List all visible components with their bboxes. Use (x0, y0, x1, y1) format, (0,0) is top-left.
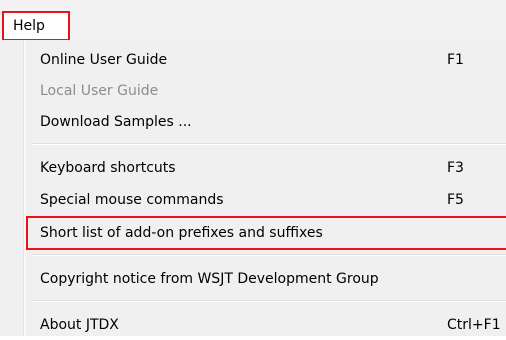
menu-item-label: Keyboard shortcuts (40, 160, 176, 176)
menu-item-label: Short list of add-on prefixes and suffix… (40, 225, 323, 241)
help-menu-title[interactable]: Help (2, 11, 70, 41)
menu-item-label: Local User Guide (40, 83, 159, 99)
menu-item-download-samples[interactable]: Download Samples ... (0, 107, 506, 137)
menu-separator (26, 254, 506, 256)
menu-item-online-user-guide[interactable]: Online User Guide F1 (0, 45, 506, 75)
menu-item-label: Special mouse commands (40, 192, 224, 208)
menu-item-local-user-guide: Local User Guide (0, 76, 506, 106)
menu-item-special-mouse-commands[interactable]: Special mouse commands F5 (0, 185, 506, 215)
menu-item-shortcut: F1 (447, 52, 464, 68)
menu-item-label: Online User Guide (40, 52, 168, 68)
menu-item-add-on-prefixes-suffixes[interactable]: Short list of add-on prefixes and suffix… (0, 216, 506, 250)
menu-item-keyboard-shortcuts[interactable]: Keyboard shortcuts F3 (0, 153, 506, 183)
menu-bar: Help (0, 0, 506, 41)
menu-item-shortcut: F5 (447, 192, 464, 208)
menu-item-copyright-notice[interactable]: Copyright notice from WSJT Development G… (0, 264, 506, 294)
menu-separator (26, 143, 506, 145)
menu-item-shortcut: F3 (447, 160, 464, 176)
menu-item-label: Copyright notice from WSJT Development G… (40, 271, 379, 287)
menu-item-label: Download Samples ... (40, 114, 192, 130)
menu-separator (26, 300, 506, 302)
help-dropdown-menu: Online User Guide F1 Local User Guide Do… (0, 40, 506, 336)
